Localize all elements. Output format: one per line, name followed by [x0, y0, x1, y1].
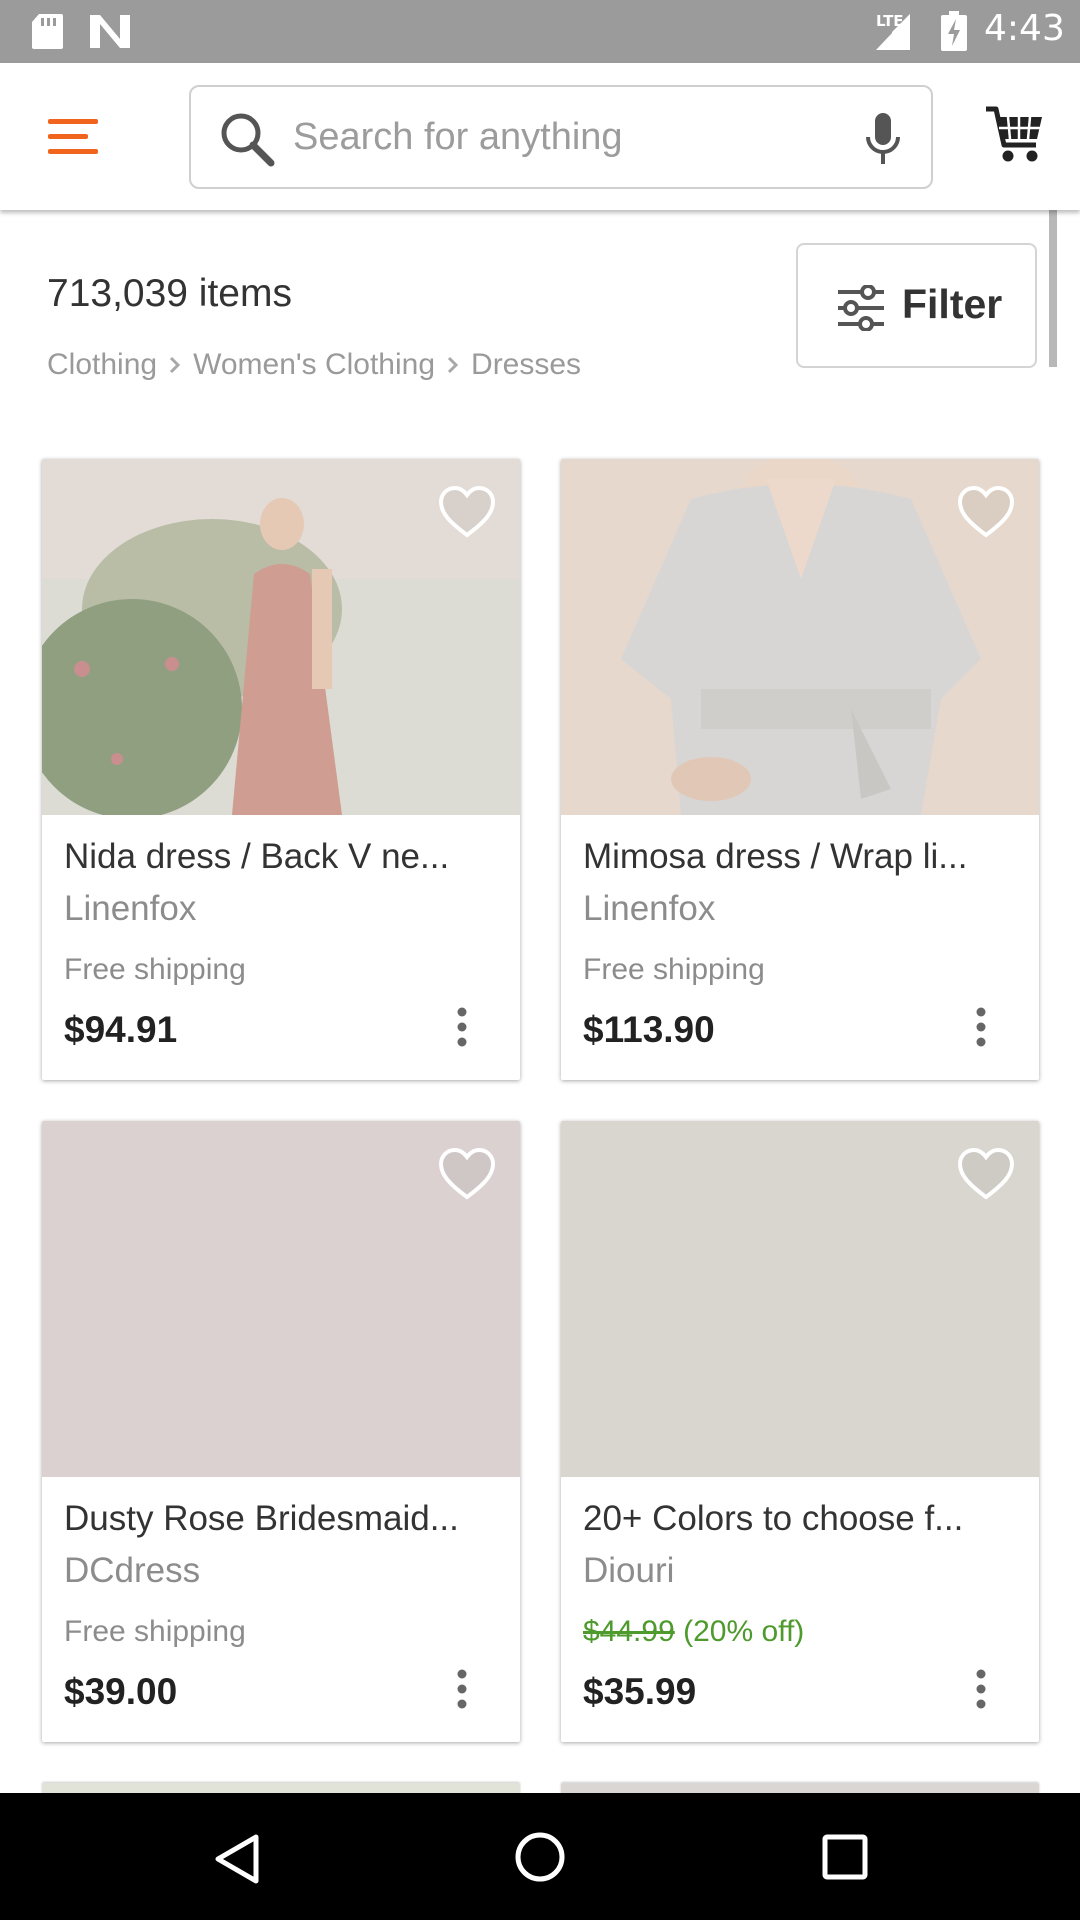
- status-bar: LTE 4:43: [0, 0, 1080, 63]
- listing-title[interactable]: 20+ Colors to choose f...: [583, 1499, 1023, 1539]
- app-bar: [0, 63, 1080, 210]
- filter-sliders-icon: [838, 285, 884, 331]
- breadcrumb: Clothing Women's Clothing Dresses: [47, 348, 581, 382]
- signal-icon: [876, 14, 910, 50]
- home-icon[interactable]: [514, 1831, 566, 1883]
- more-options-icon[interactable]: [455, 1007, 469, 1047]
- listing-price: $39.00: [64, 1671, 178, 1712]
- menu-icon[interactable]: [48, 117, 98, 157]
- n-notification-icon: [90, 15, 130, 48]
- listing-shop-name[interactable]: Linenfox: [64, 889, 196, 929]
- breadcrumb-item[interactable]: Women's Clothing: [193, 348, 435, 382]
- scrollbar[interactable]: [1049, 210, 1057, 367]
- more-options-icon[interactable]: [974, 1007, 988, 1047]
- listing-price: $35.99: [583, 1671, 697, 1712]
- favorite-heart-icon[interactable]: [438, 1147, 496, 1201]
- chevron-right-icon: [170, 356, 181, 374]
- listing-title[interactable]: Mimosa dress / Wrap li...: [583, 837, 1023, 877]
- listing-price: $94.91: [64, 1009, 178, 1050]
- back-icon[interactable]: [212, 1833, 260, 1885]
- listing-original-price: $44.99: [583, 1615, 675, 1648]
- listing-price: $113.90: [583, 1009, 715, 1050]
- listing-title[interactable]: Dusty Rose Bridesmaid...: [64, 1499, 504, 1539]
- battery-charging-icon: [941, 11, 967, 51]
- listing-shipping: Free shipping: [583, 953, 765, 986]
- mic-icon[interactable]: [863, 111, 903, 167]
- listing-discount: (20% off): [683, 1615, 805, 1648]
- filter-button[interactable]: Filter: [796, 243, 1037, 368]
- listing-shipping: Free shipping: [64, 1615, 246, 1648]
- favorite-heart-icon[interactable]: [957, 1147, 1015, 1201]
- listing-card[interactable]: Mimosa dress / Wrap li... Linenfox Free …: [561, 459, 1039, 1080]
- favorite-heart-icon[interactable]: [957, 485, 1015, 539]
- listing-shop-name[interactable]: Linenfox: [583, 889, 715, 929]
- filter-label: Filter: [902, 281, 1003, 327]
- listing-title[interactable]: Nida dress / Back V ne...: [64, 837, 504, 877]
- listing-sale-info: $44.99 (20% off): [583, 1615, 804, 1649]
- listing-card[interactable]: Dusty Rose Bridesmaid... DCdress Free sh…: [42, 1121, 520, 1742]
- sd-card-icon: [32, 14, 63, 49]
- more-options-icon[interactable]: [455, 1669, 469, 1709]
- status-time: 4:43: [984, 8, 1065, 49]
- more-options-icon[interactable]: [974, 1669, 988, 1709]
- breadcrumb-item[interactable]: Dresses: [471, 348, 581, 382]
- recents-icon[interactable]: [822, 1834, 868, 1880]
- system-navigation-bar: [0, 1793, 1080, 1920]
- search-icon: [221, 113, 275, 167]
- search-bar[interactable]: [189, 85, 933, 189]
- listing-shop-name[interactable]: DCdress: [64, 1551, 200, 1591]
- chevron-right-icon: [447, 356, 459, 374]
- listing-card[interactable]: Nida dress / Back V ne... Linenfox Free …: [42, 459, 520, 1080]
- search-input[interactable]: [293, 109, 833, 165]
- breadcrumb-item[interactable]: Clothing: [47, 348, 157, 382]
- favorite-heart-icon[interactable]: [438, 485, 496, 539]
- listing-card[interactable]: 20+ Colors to choose f... Diouri $44.99 …: [561, 1121, 1039, 1742]
- cart-icon[interactable]: [984, 103, 1044, 165]
- results-count: 713,039 items: [47, 272, 292, 315]
- listing-shipping: Free shipping: [64, 953, 246, 986]
- listing-shop-name[interactable]: Diouri: [583, 1551, 674, 1591]
